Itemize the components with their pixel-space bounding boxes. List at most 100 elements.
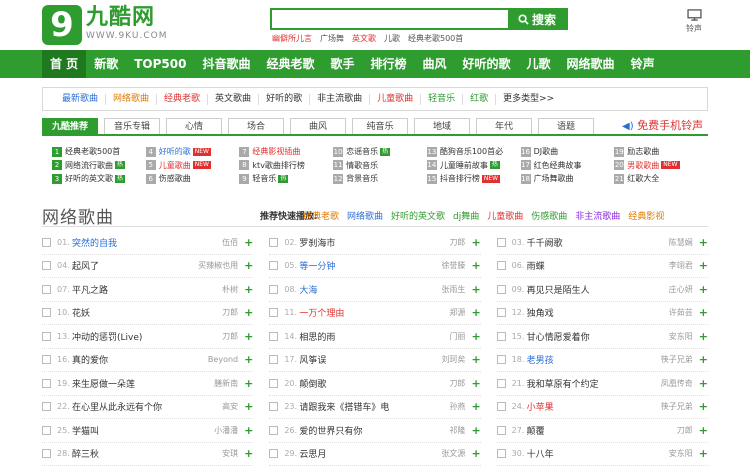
song-artist[interactable]: 张文源 [441, 448, 465, 459]
song-checkbox[interactable] [42, 261, 51, 271]
hot-word-link[interactable]: 儿歌 [384, 33, 400, 44]
category-tab[interactable]: 年代 [476, 118, 532, 134]
song-artist[interactable]: 刀郎 [677, 425, 693, 436]
recommend-item[interactable]: 13 酷狗音乐100首必 [426, 146, 521, 158]
song-artist[interactable]: 筷子兄弟 [661, 401, 693, 412]
song-checkbox[interactable] [269, 425, 279, 435]
add-song-button[interactable]: + [471, 424, 480, 437]
song-title[interactable]: 云思月 [299, 447, 437, 460]
category-tab[interactable]: 曲风 [290, 118, 346, 134]
song-checkbox[interactable] [42, 402, 51, 412]
recommend-item[interactable]: 4 好听的歌 NEW [145, 146, 240, 158]
quick-play-link[interactable]: 好听的英文歌 [391, 209, 445, 222]
song-artist[interactable]: 刀郎 [222, 331, 238, 342]
song-checkbox[interactable] [496, 449, 506, 459]
song-artist[interactable]: 伍佰 [222, 237, 238, 248]
song-artist[interactable]: 刀郎 [449, 237, 465, 248]
song-checkbox[interactable] [269, 378, 279, 388]
add-song-button[interactable]: + [471, 377, 480, 390]
song-artist[interactable]: 安东阳 [669, 448, 693, 459]
recommend-item[interactable]: 1 经典老歌500首 [52, 146, 146, 158]
type-link[interactable]: 最新歌曲 [55, 93, 107, 105]
song-checkbox[interactable] [42, 355, 51, 365]
song-checkbox[interactable] [269, 308, 279, 318]
song-artist[interactable]: 孙燕 [449, 401, 465, 412]
song-artist[interactable]: 门丽 [449, 331, 465, 342]
nav-item[interactable]: 网络歌曲 [559, 50, 623, 78]
ringtone-link[interactable]: 铃声 [679, 9, 709, 34]
add-song-button[interactable]: + [699, 306, 708, 319]
song-checkbox[interactable] [42, 308, 51, 318]
song-title[interactable]: 再见只是陌生人 [527, 283, 665, 296]
type-link[interactable]: 网络歌曲 [106, 93, 158, 105]
recommend-item[interactable]: 3 好听的英文歌热 [52, 173, 146, 185]
song-title[interactable]: 一万个理由 [299, 306, 445, 319]
song-checkbox[interactable] [269, 355, 279, 365]
song-artist[interactable]: 安琪 [222, 448, 238, 459]
add-song-button[interactable]: + [244, 400, 253, 413]
song-artist[interactable]: 朴树 [222, 284, 238, 295]
song-title[interactable]: 请跟我来《搭错车》电 [299, 400, 445, 413]
song-artist[interactable]: 徐誉滕 [441, 260, 465, 271]
add-song-button[interactable]: + [699, 259, 708, 272]
song-checkbox[interactable] [42, 425, 51, 435]
add-song-button[interactable]: + [471, 306, 480, 319]
recommend-item[interactable]: 12 背景音乐 [333, 173, 427, 185]
song-artist[interactable]: 刀郎 [222, 307, 238, 318]
song-artist[interactable]: 小潘潘 [214, 425, 238, 436]
recommend-item[interactable]: 9 轻音乐热 [239, 173, 333, 185]
search-button[interactable]: 搜索 [508, 10, 566, 28]
song-title[interactable]: 大海 [299, 283, 437, 296]
type-link[interactable]: 经典老歌 [157, 93, 209, 105]
add-song-button[interactable]: + [471, 447, 480, 460]
hot-word-link[interactable]: 经典老歌500首 [408, 33, 463, 44]
type-link[interactable]: 好听的歌 [259, 93, 311, 105]
song-checkbox[interactable] [496, 378, 506, 388]
add-song-button[interactable]: + [244, 447, 253, 460]
song-checkbox[interactable] [269, 331, 279, 341]
song-title[interactable]: 风筝误 [299, 353, 437, 366]
nav-item[interactable]: 抖音歌曲 [194, 50, 258, 78]
quick-play-link[interactable]: 非主流歌曲 [575, 209, 620, 222]
song-artist[interactable]: 筷子兄弟 [661, 354, 693, 365]
song-checkbox[interactable] [269, 237, 279, 247]
song-title[interactable]: 颠倒歌 [299, 377, 445, 390]
add-song-button[interactable]: + [244, 330, 253, 343]
add-song-button[interactable]: + [471, 283, 480, 296]
type-link[interactable]: 非主流歌曲 [310, 93, 371, 105]
recommend-item[interactable]: 5 儿童歌曲 NEW [145, 160, 240, 172]
add-song-button[interactable]: + [699, 377, 708, 390]
song-checkbox[interactable] [496, 402, 506, 412]
song-title[interactable]: 爱的世界只有你 [299, 424, 445, 437]
recommend-item[interactable]: 18 广场舞歌曲 [520, 173, 615, 185]
nav-item[interactable]: TOP500 [126, 50, 194, 78]
add-song-button[interactable]: + [244, 377, 253, 390]
type-link[interactable]: 更多类型>> [496, 94, 561, 105]
type-link[interactable]: 轻音乐 [421, 93, 464, 105]
type-link[interactable]: 红歌 [463, 93, 497, 105]
song-title[interactable]: 在心里从此永远有个你 [72, 400, 218, 413]
quick-play-link[interactable]: 经典老歌 [303, 209, 339, 222]
song-title[interactable]: 相思的雨 [299, 330, 445, 343]
category-tab[interactable]: 语题 [538, 118, 594, 134]
type-link[interactable]: 英文歌曲 [208, 93, 260, 105]
song-artist[interactable]: 安东阳 [669, 331, 693, 342]
song-title[interactable]: 甘心情愿爱着你 [527, 330, 665, 343]
add-song-button[interactable]: + [699, 400, 708, 413]
add-song-button[interactable]: + [244, 424, 253, 437]
category-tab[interactable]: 纯音乐 [352, 118, 408, 134]
category-tab[interactable]: 音乐专辑 [104, 118, 160, 134]
song-checkbox[interactable] [269, 449, 279, 459]
search-input[interactable] [272, 10, 508, 28]
quick-play-link[interactable]: 伤感歌曲 [531, 209, 567, 222]
song-title[interactable]: 罗刹海市 [299, 236, 445, 249]
add-song-button[interactable]: + [244, 353, 253, 366]
song-title[interactable]: 平凡之路 [72, 283, 218, 296]
song-title[interactable]: 雨蝶 [527, 259, 665, 272]
recommend-item[interactable]: 20 男歌歌曲 NEW [614, 160, 708, 172]
song-artist[interactable]: 庄心妍 [669, 284, 693, 295]
free-ringtone-link[interactable]: ◀) 免费手机铃声 [622, 118, 703, 134]
nav-item[interactable]: 好听的歌 [455, 50, 519, 78]
song-checkbox[interactable] [269, 261, 279, 271]
recommend-item[interactable]: 21 红歌大全 [614, 173, 708, 185]
